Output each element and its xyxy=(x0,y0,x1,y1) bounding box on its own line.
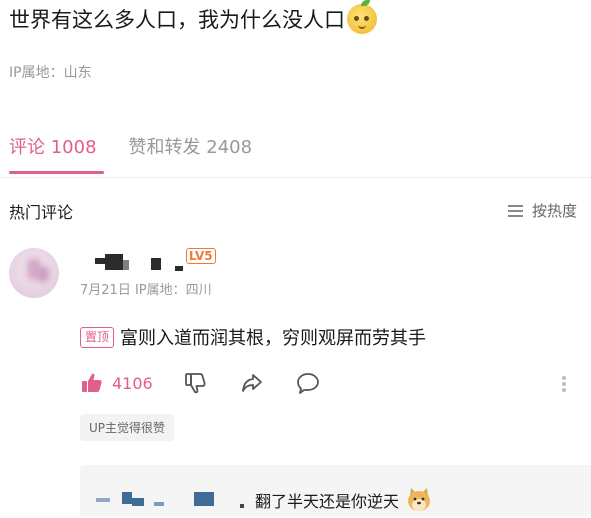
reply-content: 翻了半天还是你逆天 xyxy=(255,486,433,514)
post-title-text: 世界有这么多人口，我为什么没人口 xyxy=(9,8,345,32)
username-redacted[interactable] xyxy=(95,252,190,272)
sort-label: 按热度 xyxy=(531,202,577,220)
comment-meta: 7月21日 IP属地：四川 xyxy=(80,283,212,298)
active-tab-indicator xyxy=(9,171,104,174)
comment-tabs: 评论 1008 赞和转发 2408 xyxy=(9,133,252,159)
reply-text: 翻了半天还是你逆天 xyxy=(255,492,400,511)
comment-actions: 4106 xyxy=(80,370,351,396)
tab-likes-reposts[interactable]: 赞和转发 2408 xyxy=(129,133,253,159)
up-liked-badge: UP主觉得很赞 xyxy=(80,414,175,441)
like-icon[interactable] xyxy=(80,371,104,395)
post-ip-location: IP属地：山东 xyxy=(9,65,92,81)
sort-button[interactable]: 按热度 xyxy=(507,200,577,221)
reply-username-redacted[interactable] xyxy=(96,488,246,508)
sweating-pear-emoji-icon xyxy=(347,0,377,34)
like-count: 4106 xyxy=(112,373,153,393)
divider xyxy=(0,177,591,178)
comment-body: 置顶 富则入道而润其根，穷则观屏而劳其手 xyxy=(80,324,426,350)
dislike-icon[interactable] xyxy=(183,370,209,396)
doge-icon xyxy=(405,486,433,514)
list-sort-icon xyxy=(507,204,523,217)
reply-icon[interactable] xyxy=(295,370,321,396)
comment-text: 富则入道而润其根，穷则观屏而劳其手 xyxy=(120,328,427,349)
pinned-badge: 置顶 xyxy=(80,326,115,348)
level-badge: LV5 xyxy=(186,248,216,264)
avatar[interactable] xyxy=(9,248,59,298)
post-title: 世界有这么多人口，我为什么没人口 xyxy=(9,0,377,34)
more-options-icon[interactable] xyxy=(561,374,567,394)
share-icon[interactable] xyxy=(239,370,265,396)
hot-comments-heading: 热门评论 xyxy=(9,203,74,222)
tab-comments[interactable]: 评论 1008 xyxy=(9,133,97,159)
